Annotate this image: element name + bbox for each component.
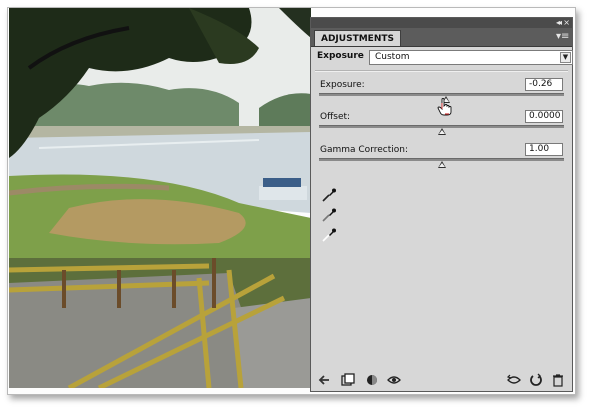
exposure-label: Exposure:	[320, 80, 365, 90]
gray-point-eyedropper-icon[interactable]	[321, 208, 337, 222]
document-canvas-photo[interactable]	[9, 8, 311, 388]
black-point-eyedropper-icon[interactable]	[321, 188, 337, 202]
visibility-toggle-icon[interactable]	[365, 373, 379, 387]
chevron-down-icon[interactable]: ▼	[560, 52, 571, 63]
offset-slider-thumb[interactable]	[437, 128, 446, 135]
white-point-eyedropper-icon[interactable]	[321, 228, 337, 242]
clip-to-layer-icon[interactable]	[341, 373, 355, 387]
eye-preview-icon[interactable]	[387, 373, 401, 387]
tab-adjustments[interactable]: ADJUSTMENTS	[314, 30, 401, 46]
preset-row: Exposure Custom ▼	[317, 50, 573, 66]
exposure-input[interactable]: -0.26	[525, 78, 563, 91]
offset-label: Offset:	[320, 112, 351, 122]
reset-icon[interactable]	[529, 373, 543, 387]
delete-icon[interactable]	[551, 373, 565, 387]
panel-title-bar[interactable]: ◂◂ ×	[311, 18, 572, 28]
exposure-control: Exposure: -0.26	[319, 78, 564, 116]
divider	[315, 70, 568, 72]
offset-input[interactable]: 0.0000	[525, 110, 563, 123]
gamma-control: Gamma Correction: 1.00	[319, 143, 564, 173]
adjustments-panel: ◂◂ × ADJUSTMENTS ▾≡ Exposure Custom ▼ Ex…	[310, 17, 573, 392]
gamma-input[interactable]: 1.00	[525, 143, 563, 156]
close-panel-icon[interactable]: ×	[563, 18, 570, 28]
panel-tab-strip: ADJUSTMENTS ▾≡	[311, 28, 572, 47]
gamma-label: Gamma Correction:	[320, 145, 408, 155]
adjustment-name: Exposure	[317, 51, 364, 61]
panel-menu-icon[interactable]: ▾≡	[556, 31, 569, 43]
back-arrow-icon[interactable]	[317, 373, 331, 387]
preset-selected-value: Custom	[375, 52, 410, 62]
collapse-panel-icon[interactable]: ◂◂	[556, 18, 562, 28]
previous-state-icon[interactable]	[507, 373, 521, 387]
gamma-slider-thumb[interactable]	[437, 161, 446, 168]
lake-photo	[9, 8, 311, 388]
preset-dropdown[interactable]: Custom ▼	[369, 50, 573, 65]
offset-control: Offset: 0.0000	[319, 110, 564, 140]
panel-footer	[311, 369, 572, 391]
